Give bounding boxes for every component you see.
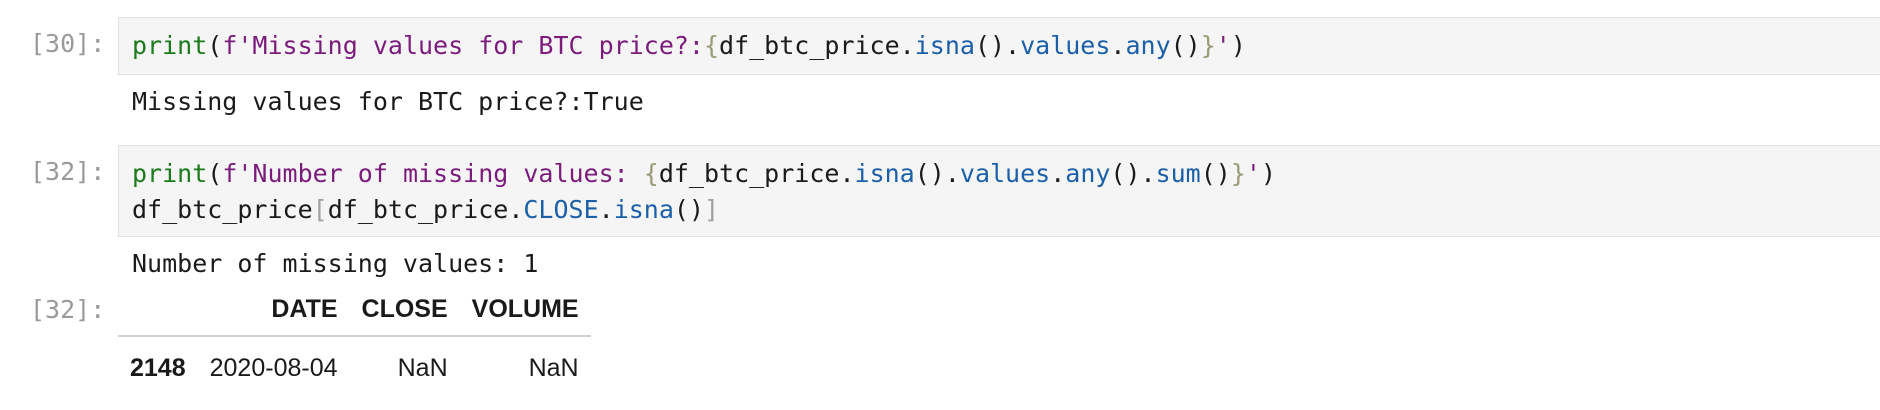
code-token: (	[207, 31, 223, 60]
code-token: (	[207, 159, 223, 188]
code-token: {	[703, 31, 720, 60]
dataframe-row-index: 2148	[130, 354, 186, 382]
dataframe-cell-close: NaN	[397, 354, 448, 382]
dataframe-header-row: DATE CLOSE VOLUME	[118, 293, 591, 337]
code-token: .	[899, 31, 915, 60]
code-token: }	[1200, 31, 1216, 60]
code-token: [	[312, 195, 328, 224]
dataframe-column-header-volume: VOLUME	[459, 293, 591, 337]
code-token: any	[1125, 31, 1171, 60]
code-token: isna	[914, 31, 975, 60]
cell-1-output: Missing values for BTC price?:True	[132, 87, 644, 116]
code-token: isna	[613, 195, 674, 224]
dataframe-index-header	[118, 293, 198, 337]
code-token: )	[1260, 159, 1277, 188]
code-token: f'Missing values for BTC price?:	[222, 31, 704, 60]
cell-2-stdout-output: Number of missing values: 1	[132, 249, 539, 278]
code-token: }	[1230, 159, 1246, 188]
dataframe-column-header-close: CLOSE	[349, 293, 460, 337]
cell-2-prompt: [32]:	[30, 157, 106, 186]
code-token: CLOSE	[523, 195, 599, 224]
code-token: .	[839, 159, 855, 188]
dataframe-cell-date: 2020-08-04	[209, 354, 338, 382]
code-token: sum	[1155, 159, 1201, 188]
code-token: ().	[914, 159, 960, 188]
code-token: print	[132, 159, 208, 188]
code-token: {	[643, 159, 659, 188]
code-token: df_btc_price	[132, 195, 313, 224]
code-token: print	[132, 31, 208, 60]
code-token: .	[508, 195, 524, 224]
dataframe-table: DATE CLOSE VOLUME 2148 2020-08-04 NaN Na…	[118, 293, 591, 385]
code-token: '	[1215, 31, 1231, 60]
dataframe-cell-volume: NaN	[528, 354, 579, 382]
code-token: '	[1245, 159, 1261, 188]
table-row: 2148 2020-08-04 NaN NaN	[118, 336, 591, 385]
code-token: df_btc_price	[658, 159, 840, 188]
code-token: ().	[974, 31, 1021, 60]
code-token: ()	[1170, 31, 1201, 60]
code-token: .	[1110, 31, 1126, 60]
code-token: any	[1065, 159, 1111, 188]
code-token: f'Number of missing values:	[222, 159, 644, 188]
code-token: ()	[673, 195, 705, 224]
dataframe-column-header-date: DATE	[197, 293, 350, 337]
code-token: isna	[854, 159, 915, 188]
cell-1-code-line-1: print(f'Missing values for BTC price?:{d…	[132, 28, 1880, 64]
cell-1-prompt: [30]:	[30, 29, 106, 58]
code-token: values	[959, 159, 1051, 188]
code-token: df_btc_price	[327, 195, 509, 224]
code-token: ]	[704, 195, 720, 224]
cell-2-code-line-2: df_btc_price[df_btc_price.CLOSE.isna()]	[132, 192, 1880, 228]
code-token: ()	[1200, 159, 1231, 188]
cell-1-code-input[interactable]: print(f'Missing values for BTC price?:{d…	[118, 17, 1880, 75]
code-token: .	[1050, 159, 1066, 188]
code-token: .	[598, 195, 614, 224]
code-token: df_btc_price	[719, 31, 900, 60]
code-token: values	[1020, 31, 1111, 60]
code-token: )	[1230, 31, 1246, 60]
cell-2-result-prompt: [32]:	[30, 295, 106, 324]
code-token: ().	[1110, 159, 1156, 188]
cell-2-code-input[interactable]: print(f'Number of missing values: {df_bt…	[118, 145, 1880, 237]
cell-2-code-line-1: print(f'Number of missing values: {df_bt…	[132, 156, 1880, 192]
